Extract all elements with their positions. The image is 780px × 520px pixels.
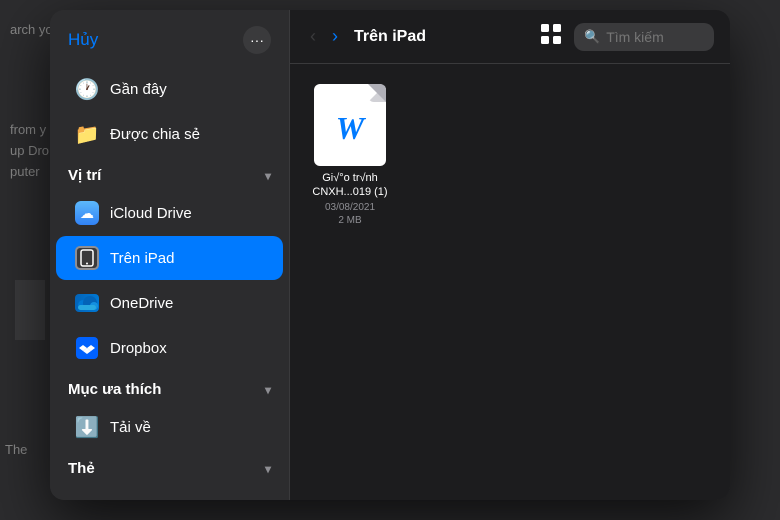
- file-item[interactable]: W Gi√°o tr√nhCNXH...019 (1) 03/08/2021 2…: [310, 84, 390, 226]
- sidebar-item-download-label: Tải về: [110, 419, 151, 436]
- sidebar-item-download[interactable]: ⬇️ Tải về: [56, 405, 283, 449]
- sidebar-item-dropbox[interactable]: Dropbox: [56, 326, 283, 370]
- file-name: Gi√°o tr√nhCNXH...019 (1): [312, 171, 387, 200]
- ellipsis-icon: ···: [250, 32, 264, 48]
- main-content: ‹ › Trên iPad 🔍: [290, 10, 730, 500]
- grid-view-button[interactable]: [540, 23, 562, 51]
- tags-chevron-icon: ▾: [265, 462, 271, 476]
- sidebar-item-onedrive-label: OneDrive: [110, 295, 173, 312]
- main-toolbar: ‹ › Trên iPad 🔍: [290, 10, 730, 64]
- file-picker-modal: Hủy ··· 🕐 Gần đây 📁 Được chia sẻ: [50, 10, 730, 500]
- sidebar-item-ipad[interactable]: Trên iPad: [56, 236, 283, 280]
- favorites-header-label: Mục ưa thích: [68, 381, 161, 398]
- file-date: 03/08/2021: [325, 202, 375, 213]
- sidebar: Hủy ··· 🕐 Gần đây 📁 Được chia sẻ: [50, 10, 290, 500]
- search-icon: 🔍: [584, 29, 600, 45]
- sidebar-item-icloud-label: iCloud Drive: [110, 205, 192, 222]
- nav-back-button[interactable]: ‹: [306, 22, 320, 51]
- cancel-button[interactable]: Hủy: [68, 30, 98, 50]
- shared-icon: 📁: [74, 121, 100, 147]
- sidebar-item-shared-label: Được chia sẻ: [110, 126, 200, 143]
- favorites-section-header[interactable]: Mục ưa thích ▾: [50, 371, 289, 404]
- sidebar-item-icloud[interactable]: ☁ iCloud Drive: [56, 191, 283, 235]
- favorites-chevron-icon: ▾: [265, 383, 271, 397]
- sidebar-header: Hủy ···: [50, 10, 289, 66]
- file-icon-container: W: [314, 84, 386, 166]
- more-options-button[interactable]: ···: [243, 26, 271, 54]
- download-icon: ⬇️: [74, 414, 100, 440]
- file-grid: W Gi√°o tr√nhCNXH...019 (1) 03/08/2021 2…: [290, 64, 730, 500]
- search-box: 🔍: [574, 23, 714, 51]
- grid-icon: [540, 23, 562, 45]
- sidebar-item-recent[interactable]: 🕐 Gần đây: [56, 67, 283, 111]
- location-header-label: Vị trí: [68, 167, 101, 184]
- bg-text-bottom: The: [5, 440, 27, 461]
- clock-icon: 🕐: [74, 76, 100, 102]
- onedrive-icon: [74, 290, 100, 316]
- toolbar-right: 🔍: [540, 23, 714, 51]
- search-input[interactable]: [606, 29, 704, 45]
- location-chevron-icon: ▾: [265, 169, 271, 183]
- icloud-icon: ☁: [74, 200, 100, 226]
- sidebar-item-recent-label: Gần đây: [110, 81, 167, 98]
- sidebar-item-onedrive[interactable]: OneDrive: [56, 281, 283, 325]
- word-letter: W: [336, 110, 364, 147]
- bg-chart: [15, 280, 45, 340]
- ipad-icon: [74, 245, 100, 271]
- tags-header-label: Thẻ: [68, 460, 95, 477]
- location-section-header[interactable]: Vị trí ▾: [50, 157, 289, 190]
- sidebar-scroll: 🕐 Gần đây 📁 Được chia sẻ Vị trí ▾ ☁: [50, 66, 289, 500]
- word-doc-icon: W: [314, 84, 386, 166]
- nav-forward-button[interactable]: ›: [328, 22, 342, 51]
- bg-text-top: arch yo: [10, 20, 53, 41]
- sidebar-item-shared[interactable]: 📁 Được chia sẻ: [56, 112, 283, 156]
- tags-section-header[interactable]: Thẻ ▾: [50, 450, 289, 483]
- bg-text-mid: from yup Droputer: [10, 120, 49, 182]
- dropbox-icon: [74, 335, 100, 361]
- sidebar-item-dropbox-label: Dropbox: [110, 340, 167, 357]
- file-size: 2 MB: [338, 215, 361, 226]
- sidebar-item-ipad-label: Trên iPad: [110, 250, 174, 267]
- breadcrumb: Trên iPad: [354, 28, 532, 46]
